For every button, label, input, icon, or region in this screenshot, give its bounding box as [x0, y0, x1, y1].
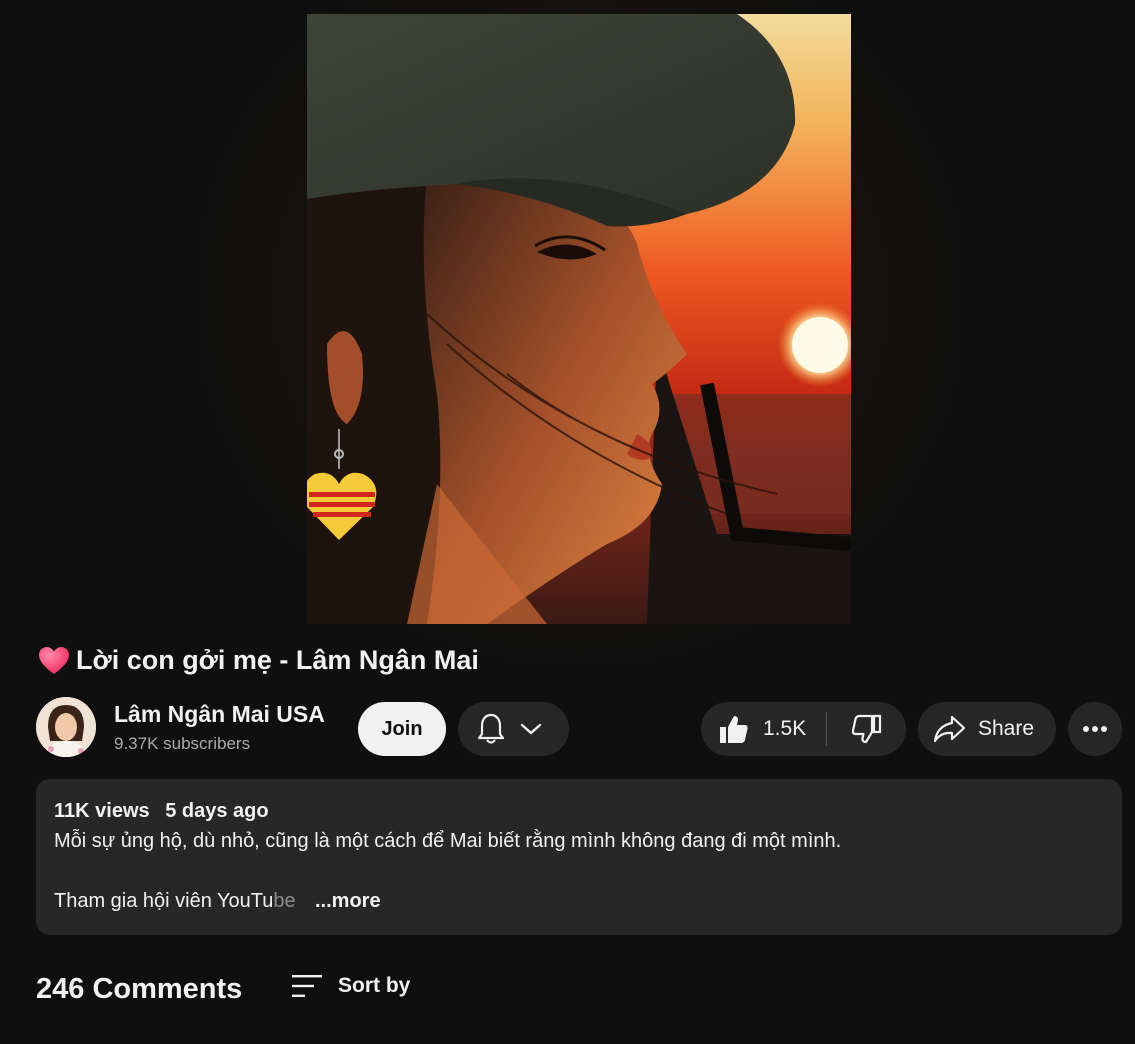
- video-title-text: Lời con gởi mẹ - Lâm Ngân Mai: [76, 645, 479, 675]
- more-horizontal-icon: [1083, 726, 1107, 732]
- watch-page: Lời con gởi mẹ - Lâm Ngân Mai Lâm Ngân M…: [0, 0, 1135, 1044]
- description-text-start: Tham gia hội viên YouTu: [54, 890, 274, 912]
- description-box[interactable]: 11K views 5 days ago Mỗi sự ủng hộ, dù n…: [36, 779, 1122, 935]
- show-more-link[interactable]: ...more: [315, 890, 381, 913]
- thumbs-down-icon: [851, 714, 881, 744]
- share-button[interactable]: Share: [918, 702, 1056, 756]
- comments-count: 246 Comments: [36, 973, 243, 1005]
- like-button[interactable]: 1.5K: [701, 702, 826, 756]
- view-count: 11K views: [54, 800, 150, 822]
- avatar-image: [36, 697, 96, 757]
- chevron-down-icon: [520, 723, 542, 735]
- like-dislike-group: 1.5K: [701, 702, 906, 756]
- like-count: 1.5K: [763, 717, 807, 740]
- sort-icon: [292, 975, 322, 997]
- share-arrow-icon: [933, 715, 966, 743]
- thumbs-up-icon: [720, 716, 748, 743]
- dislike-button[interactable]: [827, 702, 906, 756]
- bell-icon: [477, 713, 505, 744]
- sort-by-button[interactable]: Sort by: [292, 974, 410, 998]
- join-button[interactable]: Join: [358, 702, 446, 756]
- upload-date: 5 days ago: [165, 800, 269, 822]
- video-title: Lời con gởi mẹ - Lâm Ngân Mai: [38, 645, 479, 676]
- description-line-truncated: Tham gia hội viên YouTube: [54, 890, 296, 913]
- sort-by-label: Sort by: [338, 974, 411, 997]
- subscriber-count: 9.37K subscribers: [114, 734, 251, 753]
- heart-emoji-icon: [39, 646, 69, 674]
- video-player[interactable]: [307, 14, 851, 624]
- video-frame-image: [307, 14, 851, 624]
- share-label: Share: [978, 717, 1035, 740]
- more-actions-button[interactable]: [1068, 702, 1122, 756]
- channel-avatar[interactable]: [36, 697, 96, 757]
- description-line: Mỗi sự ủng hộ, dù nhỏ, cũng là một cách …: [54, 830, 842, 852]
- notification-bell-button[interactable]: [458, 702, 569, 756]
- channel-name[interactable]: Lâm Ngân Mai USA: [114, 701, 325, 728]
- description-meta: 11K views 5 days ago: [54, 800, 269, 823]
- description-text-fade: be: [273, 890, 296, 912]
